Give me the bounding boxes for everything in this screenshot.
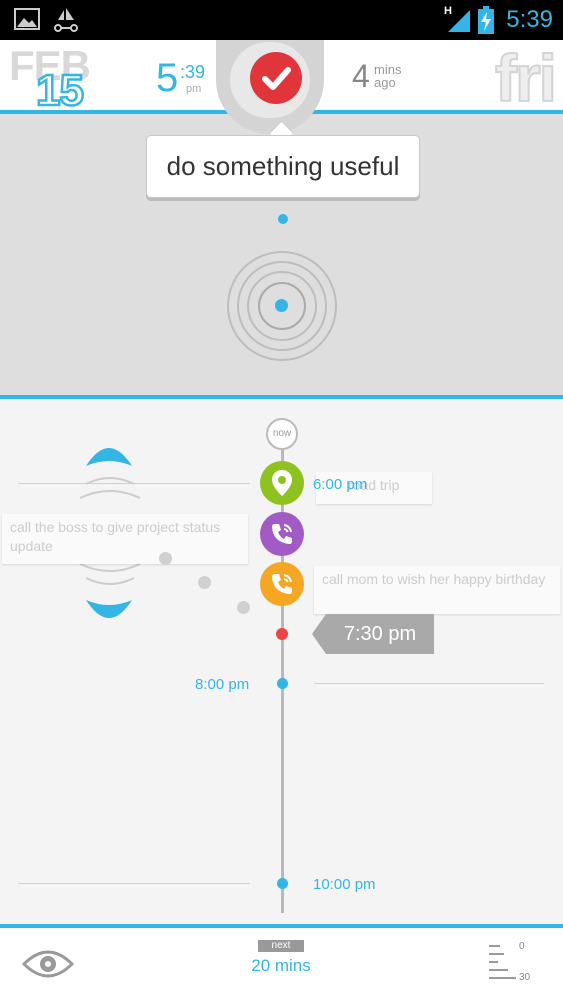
complete-task-button[interactable] <box>250 52 302 104</box>
check-icon <box>262 67 291 90</box>
clock-ampm: pm <box>186 83 202 95</box>
elapsed-value: 4 <box>352 58 370 94</box>
scroll-down-button[interactable] <box>84 598 134 633</box>
status-time: 5:39 <box>506 6 553 33</box>
task-text: call mom to wish her happy birthday <box>322 571 546 587</box>
task-node-call[interactable] <box>260 562 304 606</box>
hour-line <box>314 683 544 684</box>
current-time-pointer <box>312 614 326 654</box>
current-task-bubble[interactable]: do something useful <box>146 135 420 198</box>
zoom-max-label: 30 <box>519 972 531 983</box>
time-marker-label: 10:00 pm <box>313 876 376 893</box>
connector-dot <box>198 576 211 589</box>
day-label: 15 <box>35 65 85 117</box>
task-indicator-dot <box>278 214 288 224</box>
task-node-call[interactable] <box>260 512 304 556</box>
next-badge: next <box>258 940 304 952</box>
hour-line <box>18 883 250 884</box>
connector-dot <box>237 601 250 614</box>
current-time-dot <box>276 628 288 640</box>
radar-center-dot <box>275 299 288 312</box>
now-marker[interactable]: now <box>266 418 298 450</box>
connector-dot <box>159 552 172 565</box>
task-text: call the boss to give project status upd… <box>10 519 221 554</box>
time-marker-label: 8:00 pm <box>195 676 250 693</box>
zoom-scale-icon[interactable] <box>488 944 518 987</box>
picture-icon <box>14 8 40 35</box>
task-card[interactable]: call the boss to give project status upd… <box>2 514 248 564</box>
next-task-countdown[interactable]: 20 mins <box>240 956 322 976</box>
battery-charging-icon <box>478 6 494 39</box>
phone-icon <box>272 574 292 594</box>
zoom-min-label: 0 <box>519 941 525 952</box>
clock-minutes: :39 <box>180 62 206 82</box>
sailboat-icon <box>52 6 80 37</box>
phone-icon <box>272 524 292 544</box>
time-marker-dot <box>277 878 288 889</box>
time-marker-label: 6:00 pm <box>313 476 368 493</box>
signal-icon <box>448 10 470 37</box>
time-marker-dot <box>277 678 288 689</box>
clock-hour: 5 <box>156 56 179 100</box>
eye-icon[interactable] <box>21 946 75 987</box>
location-pin-icon <box>272 470 292 496</box>
current-time-tag: 7:30 pm <box>326 614 434 654</box>
elapsed-unit: mins ago <box>374 62 402 90</box>
weekday-label: fri <box>494 40 558 116</box>
task-node-location[interactable] <box>260 461 304 505</box>
task-card[interactable]: call mom to wish her happy birthday <box>314 566 560 614</box>
